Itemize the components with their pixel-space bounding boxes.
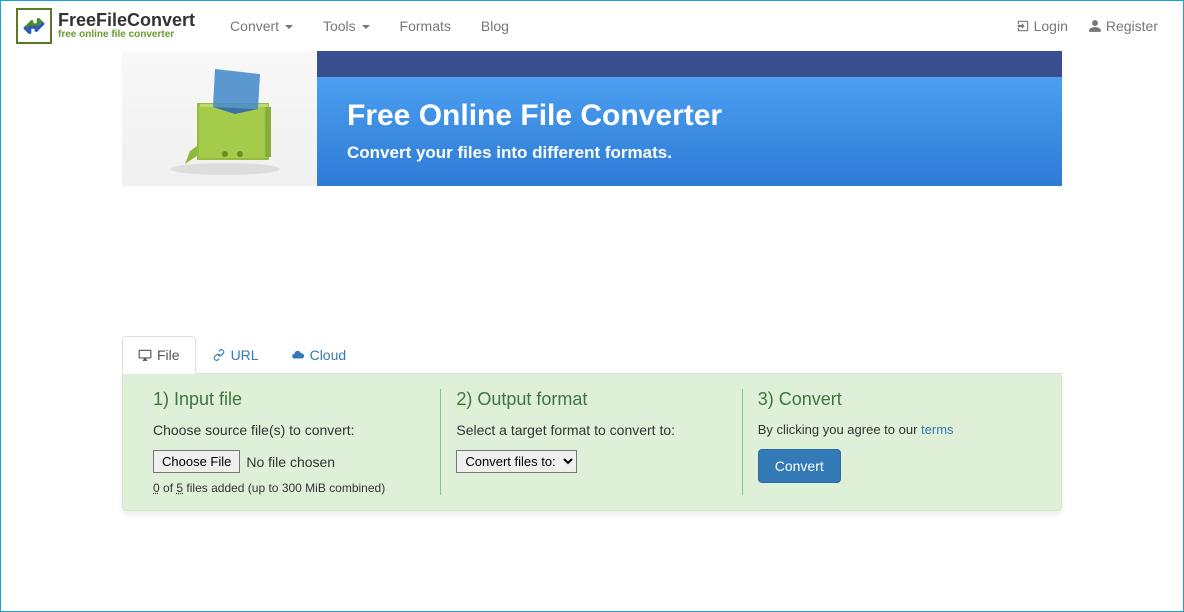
convert-panel: 1) Input file Choose source file(s) to c… xyxy=(122,374,1062,511)
step3-title: 3) Convert xyxy=(758,389,1030,410)
choose-file-button[interactable]: Choose File xyxy=(153,450,240,473)
tab-url[interactable]: URL xyxy=(196,336,275,374)
nav-links: Convert Tools Formats Blog xyxy=(215,3,524,49)
step1-title: 1) Input file xyxy=(153,389,425,410)
nav-convert[interactable]: Convert xyxy=(215,3,308,49)
chevron-down-icon xyxy=(285,25,293,29)
nav-tools[interactable]: Tools xyxy=(308,3,385,49)
nav-formats[interactable]: Formats xyxy=(385,3,466,49)
user-icon xyxy=(1088,19,1102,33)
nav-blog[interactable]: Blog xyxy=(466,3,524,49)
login-icon xyxy=(1016,19,1030,33)
navbar: FreeFileConvert free online file convert… xyxy=(1,1,1183,51)
tab-cloud[interactable]: Cloud xyxy=(275,336,363,374)
register-link[interactable]: Register xyxy=(1078,3,1168,49)
step2-title: 2) Output format xyxy=(456,389,726,410)
hero-title: Free Online File Converter xyxy=(347,99,1032,133)
hero-banner: Free Online File Converter Convert your … xyxy=(122,51,1062,186)
brand-title: FreeFileConvert xyxy=(58,11,195,30)
step3-desc: By clicking you agree to our terms xyxy=(758,422,1030,437)
no-file-label: No file chosen xyxy=(246,454,335,470)
hero-image xyxy=(122,51,317,186)
chevron-down-icon xyxy=(362,25,370,29)
tab-file[interactable]: File xyxy=(122,336,196,374)
monitor-icon xyxy=(138,348,152,362)
brand-link[interactable]: FreeFileConvert free online file convert… xyxy=(16,8,195,44)
output-format-select[interactable]: Convert files to: xyxy=(456,450,577,473)
hero-subtitle: Convert your files into different format… xyxy=(347,143,1032,163)
logo-icon xyxy=(16,8,52,44)
convert-button[interactable]: Convert xyxy=(758,449,841,483)
file-count-help: 0 of 5 files added (up to 300 MiB combin… xyxy=(153,481,425,495)
step1-desc: Choose source file(s) to convert: xyxy=(153,422,425,438)
cloud-icon xyxy=(291,348,305,362)
terms-link[interactable]: terms xyxy=(921,422,954,437)
login-link[interactable]: Login xyxy=(1006,3,1078,49)
link-icon xyxy=(212,348,226,362)
source-tabs: File URL Cloud xyxy=(122,336,1062,374)
hero-top-bar xyxy=(317,51,1062,77)
brand-subtitle: free online file converter xyxy=(58,30,195,41)
step2-desc: Select a target format to convert to: xyxy=(456,422,726,438)
